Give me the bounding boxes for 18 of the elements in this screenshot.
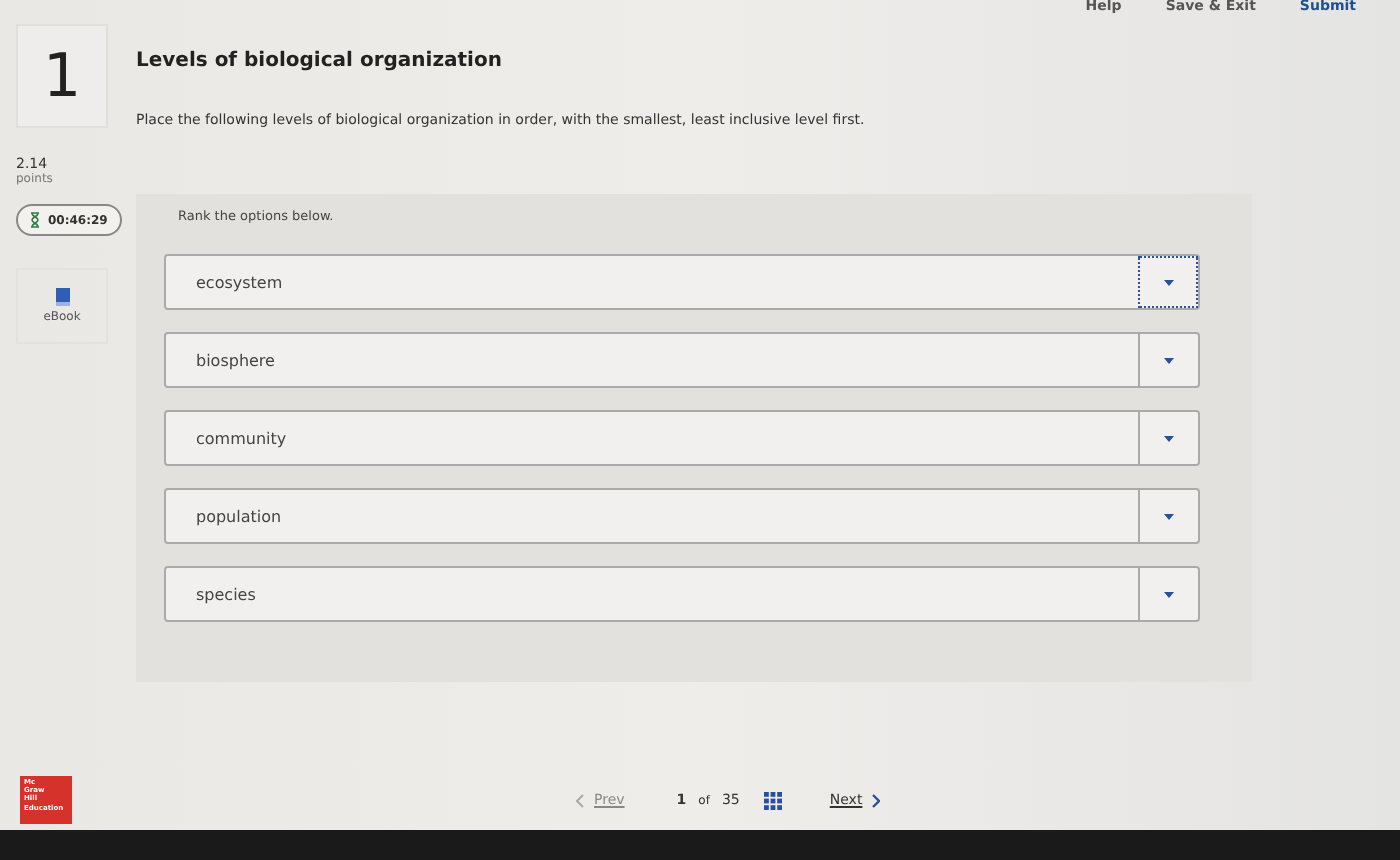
caret-icon [1164,513,1174,519]
book-icon [55,288,69,306]
rank-dropdown[interactable] [1138,256,1198,308]
caret-icon [1164,591,1174,597]
caret-icon [1164,435,1174,441]
caret-icon [1163,279,1173,285]
option-label: community [194,427,289,452]
option-label: biosphere [194,349,277,374]
option-label: population [194,505,284,530]
option-label: species [194,583,258,608]
grid-icon[interactable] [763,791,782,809]
question-title: Levels of biological organization [136,50,504,72]
option-label: ecosystem [194,271,285,296]
hourglass-icon [30,212,40,228]
chevron-left-icon [576,793,584,807]
question-number: 1 [16,24,108,128]
chevron-right-icon [872,793,881,807]
caret-icon [1164,357,1174,363]
